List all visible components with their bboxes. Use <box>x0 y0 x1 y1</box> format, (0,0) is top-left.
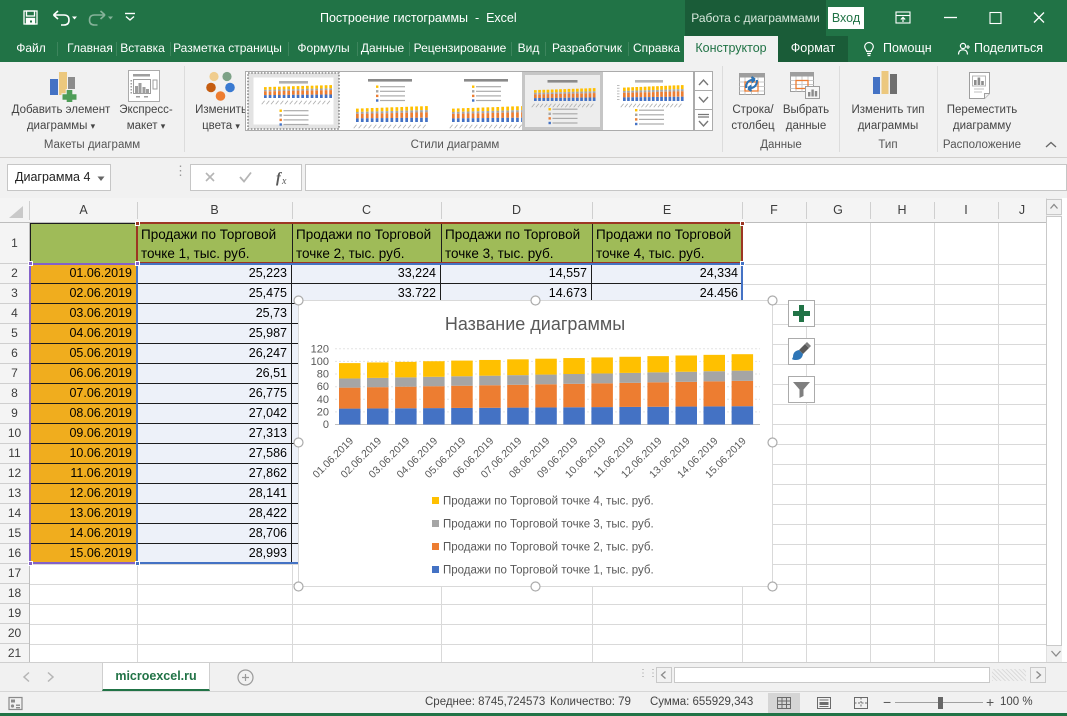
svg-text:120: 120 <box>311 343 329 355</box>
svg-text:60: 60 <box>317 381 329 393</box>
svg-text:40: 40 <box>317 394 329 406</box>
svg-text:Продажи по Торговой точке 4, т: Продажи по Торговой точке 4, тыс. руб. <box>443 496 654 508</box>
svg-text:x: x <box>281 176 287 187</box>
svg-text:20: 20 <box>317 406 329 418</box>
svg-text:Продажи по Торговой точке 2, т: Продажи по Торговой точке 2, тыс. руб. <box>443 542 654 554</box>
svg-text:80: 80 <box>317 369 329 381</box>
svg-text:Продажи по Торговой точке 3, т: Продажи по Торговой точке 3, тыс. руб. <box>443 519 654 531</box>
svg-text:0: 0 <box>323 419 329 431</box>
svg-text:Название диаграммы: Название диаграммы <box>445 314 625 334</box>
svg-text:Продажи по Торговой точке 1, т: Продажи по Торговой точке 1, тыс. руб. <box>443 565 654 577</box>
svg-text:100: 100 <box>311 356 329 368</box>
